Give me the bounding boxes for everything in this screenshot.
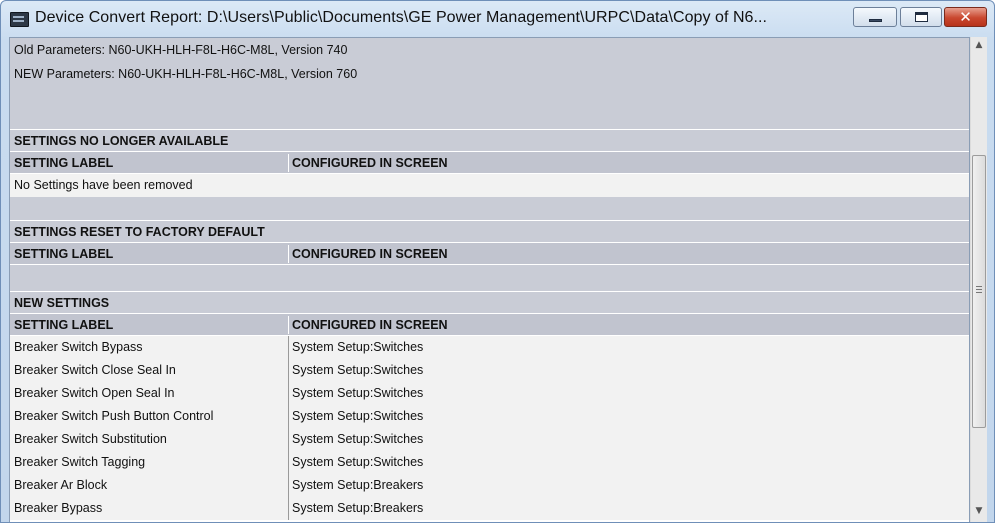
report-window: Device Convert Report: D:\Users\Public\D…: [0, 0, 995, 523]
section-removed-title-text: SETTINGS NO LONGER AVAILABLE: [14, 134, 229, 148]
window-title: Device Convert Report: D:\Users\Public\D…: [35, 9, 767, 26]
column-divider: [288, 154, 289, 172]
table-row[interactable]: Breaker Switch Bypass System Setup:Switc…: [10, 336, 969, 359]
column-divider: [288, 316, 289, 334]
old-parameters-text: Old Parameters: N60-UKH-HLH-F8L-H6C-M8L,…: [14, 43, 348, 57]
report-pane[interactable]: Old Parameters: N60-UKH-HLH-F8L-H6C-M8L,…: [9, 37, 970, 522]
scroll-down-arrow-icon[interactable]: ▼: [971, 503, 987, 520]
maximize-icon: [915, 12, 928, 22]
configured-screen-cell: System Setup:Switches: [292, 363, 424, 377]
column-divider: [288, 359, 289, 382]
column-header-configured-screen: CONFIGURED IN SCREEN: [292, 318, 448, 332]
setting-label-cell: Breaker Switch Close Seal In: [14, 363, 176, 377]
table-row[interactable]: Breaker Switch Push Button Control Syste…: [10, 405, 969, 428]
removed-message-text: No Settings have been removed: [14, 178, 193, 192]
column-divider: [288, 451, 289, 474]
table-row[interactable]: Breaker Switch Tagging System Setup:Swit…: [10, 451, 969, 474]
spacer-row: [10, 265, 969, 291]
table-row[interactable]: Breaker Ar Block System Setup:Breakers: [10, 474, 969, 497]
table-row[interactable]: Breaker Switch Substitution System Setup…: [10, 428, 969, 451]
configured-screen-cell: System Setup:Switches: [292, 432, 424, 446]
setting-label-cell: Breaker Switch Bypass: [14, 340, 143, 354]
close-button[interactable]: ✕: [944, 7, 987, 27]
removed-column-headers: SETTING LABEL CONFIGURED IN SCREEN: [10, 151, 969, 174]
setting-label-cell: Breaker Ar Block: [14, 478, 108, 492]
new-column-headers: SETTING LABEL CONFIGURED IN SCREEN: [10, 313, 969, 336]
configured-screen-cell: System Setup:Switches: [292, 340, 424, 354]
column-divider: [288, 382, 289, 405]
configured-screen-cell: System Setup:Breakers: [292, 501, 424, 515]
configured-screen-cell: System Setup:Switches: [292, 386, 424, 400]
table-row[interactable]: Breaker Switch Open Seal In System Setup…: [10, 382, 969, 405]
column-divider: [288, 405, 289, 428]
column-divider: [288, 474, 289, 497]
title-bar[interactable]: Device Convert Report: D:\Users\Public\D…: [1, 1, 994, 37]
setting-label-cell: Breaker Bypass: [14, 501, 103, 515]
removed-message-row: No Settings have been removed: [10, 174, 969, 197]
table-row[interactable]: Breaker Switch Close Seal In System Setu…: [10, 359, 969, 382]
vertical-scrollbar[interactable]: ▲ ▼: [970, 37, 987, 522]
reset-column-headers: SETTING LABEL CONFIGURED IN SCREEN: [10, 242, 969, 265]
scroll-thumb[interactable]: [972, 155, 986, 428]
column-header-setting-label: SETTING LABEL: [14, 156, 114, 170]
column-divider: [288, 497, 289, 520]
column-header-setting-label: SETTING LABEL: [14, 247, 114, 261]
setting-label-cell: Breaker Switch Substitution: [14, 432, 167, 446]
column-header-configured-screen: CONFIGURED IN SCREEN: [292, 156, 448, 170]
parameters-block: Old Parameters: N60-UKH-HLH-F8L-H6C-M8L,…: [10, 38, 969, 129]
setting-label-cell: Breaker Switch Tagging: [14, 455, 146, 469]
section-new-title: NEW SETTINGS: [10, 291, 969, 313]
configured-screen-cell: System Setup:Breakers: [292, 478, 424, 492]
column-header-configured-screen: CONFIGURED IN SCREEN: [292, 247, 448, 261]
setting-label-cell: Breaker Switch Open Seal In: [14, 386, 175, 400]
table-row[interactable]: Breaker Bypass System Setup:Breakers: [10, 497, 969, 520]
app-window-icon: [10, 12, 29, 27]
maximize-button[interactable]: [900, 7, 942, 27]
configured-screen-cell: System Setup:Switches: [292, 455, 424, 469]
section-reset-title-text: SETTINGS RESET TO FACTORY DEFAULT: [14, 225, 265, 239]
column-divider: [288, 428, 289, 451]
section-reset-title: SETTINGS RESET TO FACTORY DEFAULT: [10, 220, 969, 242]
scroll-grip-icon: [976, 286, 982, 287]
column-divider: [288, 245, 289, 263]
minimize-icon: [869, 19, 882, 22]
column-header-setting-label: SETTING LABEL: [14, 318, 114, 332]
column-divider: [288, 336, 289, 359]
minimize-button[interactable]: [853, 7, 897, 27]
close-icon: ✕: [959, 8, 972, 26]
configured-screen-cell: System Setup:Switches: [292, 409, 424, 423]
setting-label-cell: Breaker Switch Push Button Control: [14, 409, 214, 423]
scroll-up-arrow-icon[interactable]: ▲: [971, 37, 987, 54]
spacer-row: [10, 197, 969, 220]
section-removed-title: SETTINGS NO LONGER AVAILABLE: [10, 129, 969, 151]
report-content: Old Parameters: N60-UKH-HLH-F8L-H6C-M8L,…: [10, 38, 969, 522]
section-new-title-text: NEW SETTINGS: [14, 296, 110, 310]
new-parameters-text: NEW Parameters: N60-UKH-HLH-F8L-H6C-M8L,…: [14, 67, 358, 81]
